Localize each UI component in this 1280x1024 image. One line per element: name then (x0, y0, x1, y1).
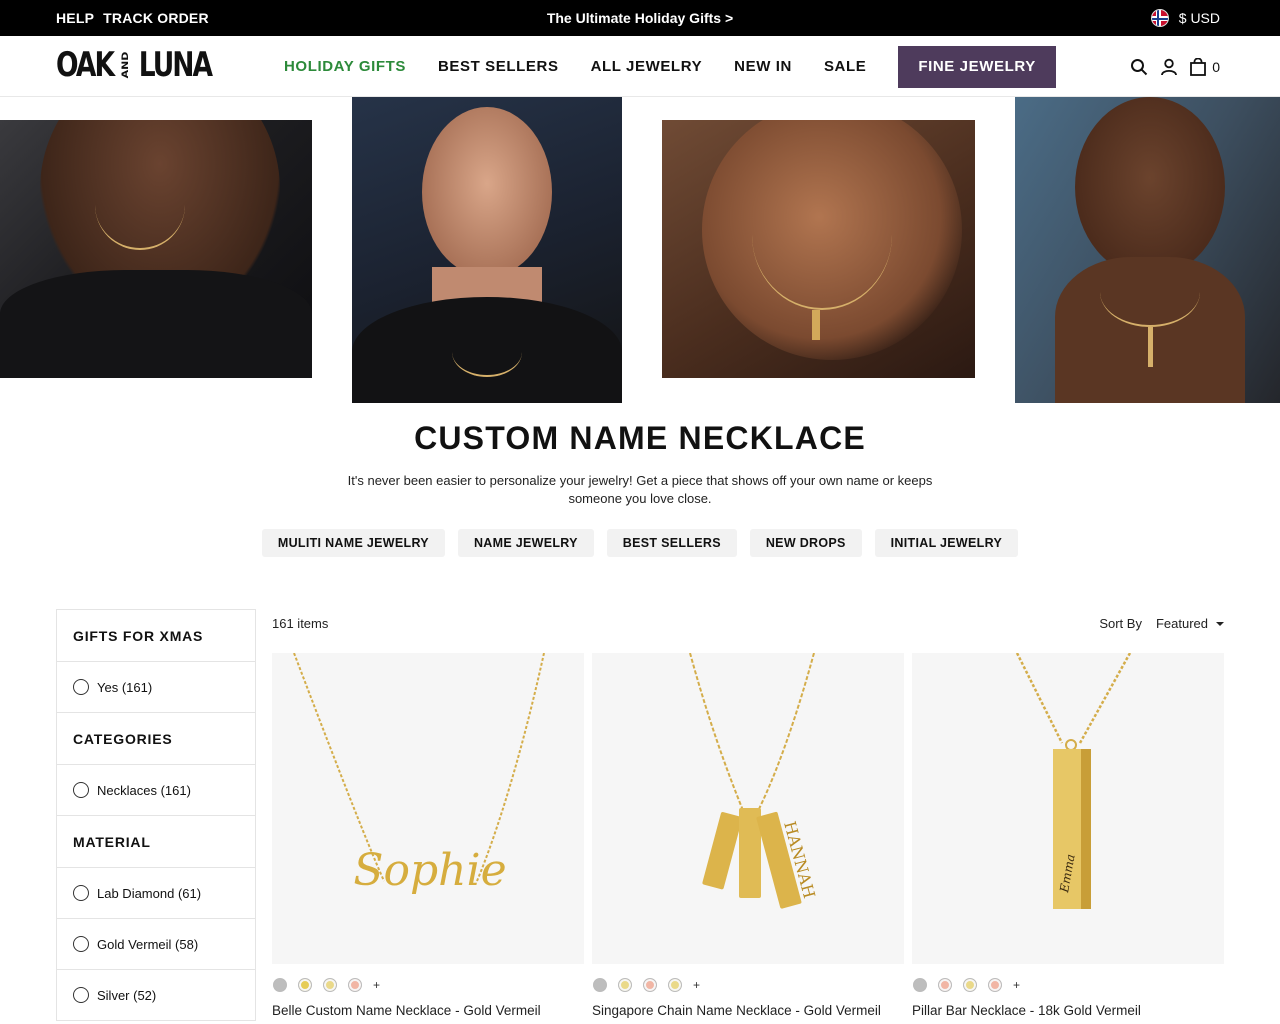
product-image[interactable]: Sophie (272, 653, 584, 964)
cart-count: 0 (1212, 58, 1220, 75)
filter-option-label: Yes (161) (97, 679, 153, 695)
track-order-link[interactable]: TRACK ORDER (103, 10, 209, 26)
radio-button[interactable] (73, 936, 89, 952)
filter-heading-categories[interactable]: CATEGORIES (57, 713, 255, 765)
help-link[interactable]: HELP (56, 10, 94, 26)
filter-option-label: Silver (52) (97, 987, 157, 1003)
color-swatches: + (272, 978, 584, 992)
filter-option-yes[interactable]: Yes (161) (57, 662, 255, 713)
page-title: CUSTOM NAME NECKLACE (414, 420, 866, 456)
currency-label: $ USD (1178, 10, 1220, 26)
nav-fine-jewelry[interactable]: FINE JEWELRY (898, 45, 1056, 88)
header-actions: 0 (1130, 36, 1220, 97)
filter-heading-gifts[interactable]: GIFTS FOR XMAS (57, 610, 255, 662)
color-swatches: + (912, 978, 1224, 992)
item-count: 161 items (272, 616, 329, 631)
more-swatches-icon[interactable]: + (373, 978, 380, 992)
nav-all-jewelry[interactable]: ALL JEWELRY (591, 58, 703, 75)
shopping-bag-icon (1190, 57, 1207, 76)
swatch-gold[interactable] (668, 978, 682, 992)
sort-control: Sort By Featured (1099, 616, 1224, 631)
caret-down-icon (1216, 621, 1224, 626)
site-header: OAK AND LUNA HOLIDAY GIFTS BEST SELLERS … (0, 36, 1280, 97)
hero-image-model-2 (352, 97, 622, 403)
pill-new-drops[interactable]: NEW DROPS (749, 529, 862, 557)
filter-option-gold-vermeil[interactable]: Gold Vermeil (58) (57, 919, 255, 970)
hero-image-model-3 (662, 120, 975, 378)
logo-word-luna: LUNA (138, 45, 213, 85)
swatch-rose-gold[interactable] (643, 978, 657, 992)
promo-link[interactable]: The Ultimate Holiday Gifts > (547, 10, 733, 26)
product-card[interactable]: HANNAH + Singapore Chain Name Necklace -… (592, 653, 904, 1018)
account-icon[interactable] (1160, 58, 1178, 76)
swatch-gold-light[interactable] (963, 978, 977, 992)
main-nav: HOLIDAY GIFTS BEST SELLERS ALL JEWELRY N… (284, 36, 1056, 97)
pill-initial-jewelry[interactable]: INITIAL JEWELRY (874, 529, 1019, 557)
logo-word-and: AND (120, 51, 131, 79)
product-title[interactable]: Singapore Chain Name Necklace - Gold Ver… (592, 1003, 904, 1018)
product-image[interactable]: HANNAH (592, 653, 904, 964)
pill-name-jewelry[interactable]: NAME JEWELRY (457, 529, 594, 557)
category-pills: MULITI NAME JEWELRY NAME JEWELRY BEST SE… (0, 529, 1280, 557)
engraving-text: Sophie (353, 845, 506, 896)
filter-option-label: Gold Vermeil (58) (97, 936, 199, 952)
swatch-gold-light[interactable] (323, 978, 337, 992)
swatch-gold-light[interactable] (618, 978, 632, 992)
announcement-bar: HELP TRACK ORDER The Ultimate Holiday Gi… (0, 0, 1280, 36)
search-icon[interactable] (1130, 58, 1148, 76)
currency-selector[interactable]: $ USD (1150, 0, 1220, 36)
nav-sale[interactable]: SALE (824, 58, 866, 75)
hero-image-model-4 (1015, 97, 1280, 403)
sort-dropdown[interactable]: Featured (1156, 616, 1224, 631)
norway-flag-icon (1150, 9, 1169, 27)
filter-option-label: Lab Diamond (61) (97, 885, 202, 901)
swatch-silver[interactable] (913, 978, 927, 992)
radio-button[interactable] (73, 782, 89, 798)
utility-links: HELP TRACK ORDER (56, 0, 209, 36)
swatch-rose[interactable] (988, 978, 1002, 992)
cart-button[interactable]: 0 (1190, 57, 1220, 76)
radio-button[interactable] (73, 987, 89, 1003)
swatch-rose-gold[interactable] (348, 978, 362, 992)
product-image[interactable]: Emma (912, 653, 1224, 964)
sort-value: Featured (1155, 616, 1208, 631)
radio-button[interactable] (73, 679, 89, 695)
filter-option-label: Necklaces (161) (97, 782, 191, 798)
radio-button[interactable] (73, 885, 89, 901)
filter-option-lab-diamond[interactable]: Lab Diamond (61) (57, 868, 255, 919)
swatch-rose-gold[interactable] (938, 978, 952, 992)
more-swatches-icon[interactable]: + (1013, 978, 1020, 992)
filter-heading-material[interactable]: MATERIAL (57, 816, 255, 868)
filter-sidebar: GIFTS FOR XMAS Yes (161) CATEGORIES Neck… (56, 609, 256, 1021)
pill-multi-name-jewelry[interactable]: MULITI NAME JEWELRY (261, 529, 445, 557)
more-swatches-icon[interactable]: + (693, 978, 700, 992)
swatch-silver[interactable] (593, 978, 607, 992)
nav-new-in[interactable]: NEW IN (734, 58, 792, 75)
product-card[interactable]: Emma + Pillar Bar Necklace - 18k Gold Ve… (912, 653, 1224, 1018)
swatch-gold[interactable] (298, 978, 312, 992)
product-card[interactable]: Sophie + Belle Custom Name Necklace - Go… (272, 653, 584, 1018)
pill-best-sellers[interactable]: BEST SELLERS (606, 529, 737, 557)
page-description: It's never been easier to personalize yo… (347, 473, 933, 506)
nav-best-sellers[interactable]: BEST SELLERS (438, 58, 559, 75)
product-title[interactable]: Belle Custom Name Necklace - Gold Vermei… (272, 1003, 584, 1018)
product-title[interactable]: Pillar Bar Necklace - 18k Gold Vermeil (912, 1003, 1224, 1018)
color-swatches: + (592, 978, 904, 992)
sort-label: Sort By (1099, 616, 1142, 631)
hero-image-model-1 (0, 120, 312, 378)
filter-option-silver[interactable]: Silver (52) (57, 970, 255, 1021)
logo[interactable]: OAK AND LUNA (56, 45, 213, 85)
nav-holiday-gifts[interactable]: HOLIDAY GIFTS (284, 58, 406, 75)
filter-option-necklaces[interactable]: Necklaces (161) (57, 765, 255, 816)
logo-word-oak: OAK (56, 45, 115, 85)
swatch-silver[interactable] (273, 978, 287, 992)
